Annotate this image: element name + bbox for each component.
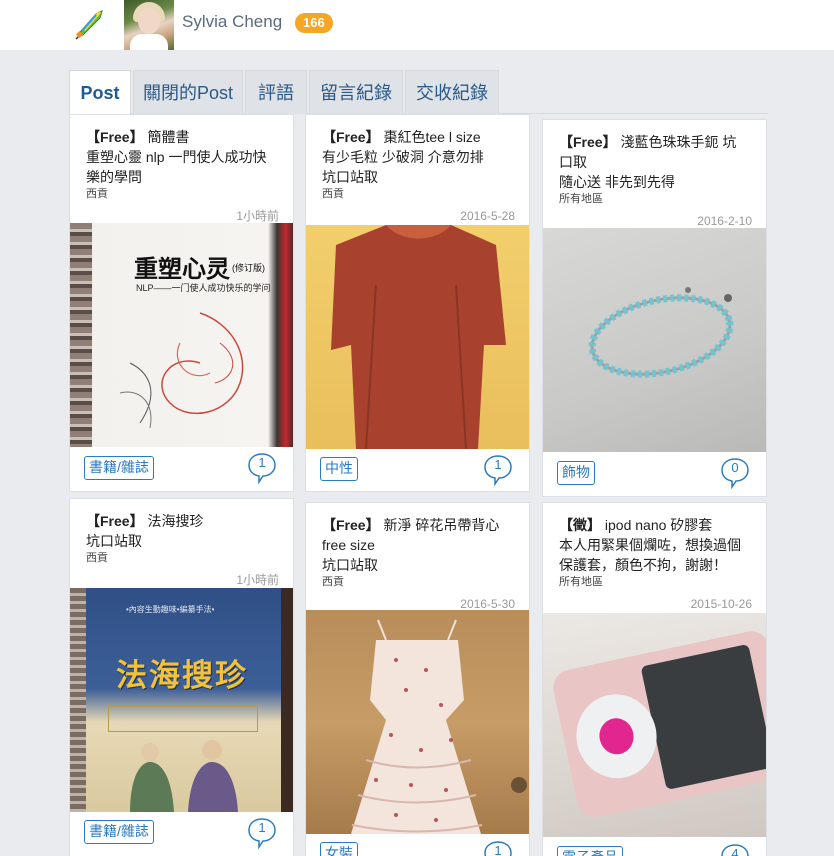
post-description: 有少毛粒 少破洞 介意勿排 坑口站取 [322,149,484,185]
profile-tabs: Post 關閉的Post 評語 留言紀錄 交收紀錄 [69,70,768,115]
post-location: 所有地區 [559,576,603,588]
post-tag: 【徵】 [559,517,601,533]
post-card[interactable]: 【Free】 淺藍色珠珠手鈪 坑口取 隨心送 非先到先得 所有地區 2016-2… [542,119,767,497]
ipod-nano-image [553,631,766,818]
post-description: 重塑心靈 nlp 一門使人成功快樂的學問 [86,149,267,185]
post-card[interactable]: 【Free】 法海搜珍 坑口站取 西貢 1小時前 •內容生動趣味•編纂手法• 法… [69,498,294,856]
post-tag: 【Free】 [86,513,144,529]
post-card[interactable]: 【Free】 簡體書 重塑心靈 nlp 一門使人成功快樂的學問 西貢 1小時前 … [69,114,294,492]
category-tag[interactable]: 中性 [320,457,358,481]
post-description: 本人用緊果個爛咗，想換過個保護套，顏色不拘，謝謝！ [559,537,741,573]
book-cover-subtitle: NLP——一门使人成功快乐的学问 [136,283,271,293]
post-description: 坑口站取 [86,533,142,549]
post-photo[interactable]: 重塑心灵 (修订版) NLP——一门使人成功快乐的学问 [70,223,293,447]
category-tag[interactable]: 電子產品 [557,846,623,856]
tab-trade-history[interactable]: 交收紀錄 [405,70,499,114]
category-tag[interactable]: 女裝 [320,842,358,856]
post-location: 所有地區 [559,193,603,205]
post-location: 西貢 [322,188,344,200]
red-tshirt-image [331,225,506,449]
post-tag: 【Free】 [322,517,380,533]
comment-count[interactable]: 0 [720,457,750,489]
tab-comment-history[interactable]: 留言紀錄 [309,70,403,114]
avatar[interactable] [124,0,174,50]
post-card[interactable]: 【Free】 棗紅色tee l size 有少毛粒 少破洞 介意勿排 坑口站取 … [305,114,530,492]
comment-count[interactable]: 1 [483,454,513,486]
comment-count[interactable]: 4 [720,843,750,856]
feather-pen-icon[interactable] [72,8,106,42]
tab-closed-post[interactable]: 關閉的Post [133,70,243,114]
post-time: 1小時前 [236,573,279,587]
top-bar: Sylvia Cheng 166 [0,0,834,50]
post-title[interactable]: 棗紅色tee l size [383,129,480,145]
post-photo[interactable] [306,610,529,834]
book-cover-title: 重塑心灵 [134,254,230,283]
post-card[interactable]: 【徵】 ipod nano 矽膠套 本人用緊果個爛咗，想換過個保護套，顏色不拘，… [542,502,767,856]
post-photo[interactable] [306,225,529,449]
post-title[interactable]: 法海搜珍 [147,513,203,529]
post-title[interactable]: ipod nano 矽膠套 [605,517,712,533]
post-card[interactable]: 【Free】 新淨 碎花吊帶背心 free size 坑口站取 西貢 2016-… [305,502,530,856]
post-time: 2015-10-26 [690,597,752,611]
post-tag: 【Free】 [322,129,380,145]
score-badge: 166 [295,13,333,33]
post-time: 2016-5-28 [460,209,515,223]
post-photo[interactable] [543,228,766,452]
post-location: 西貢 [86,552,108,564]
category-tag[interactable]: 書籍/雜誌 [84,456,154,480]
comment-count[interactable]: 1 [247,452,277,484]
book-cover-tagline: •內容生動趣味•編纂手法• [126,605,215,614]
username[interactable]: Sylvia Cheng [182,12,282,32]
comment-count[interactable]: 1 [247,817,277,849]
book-cover-illustration [119,312,244,429]
post-description: 隨心送 非先到先得 [559,174,675,190]
floral-dress-image [351,619,527,834]
post-tag: 【Free】 [559,134,617,150]
book-cover-title: 法海搜珍 [116,658,248,694]
tab-post[interactable]: Post [69,70,131,115]
book-cover-edition: (修订版) [232,263,265,273]
tab-reviews[interactable]: 評語 [245,70,307,114]
category-tag[interactable]: 飾物 [557,461,595,485]
post-description: 坑口站取 [322,557,378,573]
post-photo[interactable] [543,613,766,837]
post-location: 西貢 [322,576,344,588]
post-location: 西貢 [86,188,108,200]
book-cover-illustration [130,740,238,812]
post-photo[interactable]: •內容生動趣味•編纂手法• 法海搜珍 [70,588,293,812]
post-title[interactable]: 簡體書 [147,129,189,145]
category-tag[interactable]: 書籍/雜誌 [84,820,154,844]
bead-bracelet-image [588,287,734,378]
post-tag: 【Free】 [86,129,144,145]
comment-count[interactable]: 1 [483,840,513,856]
